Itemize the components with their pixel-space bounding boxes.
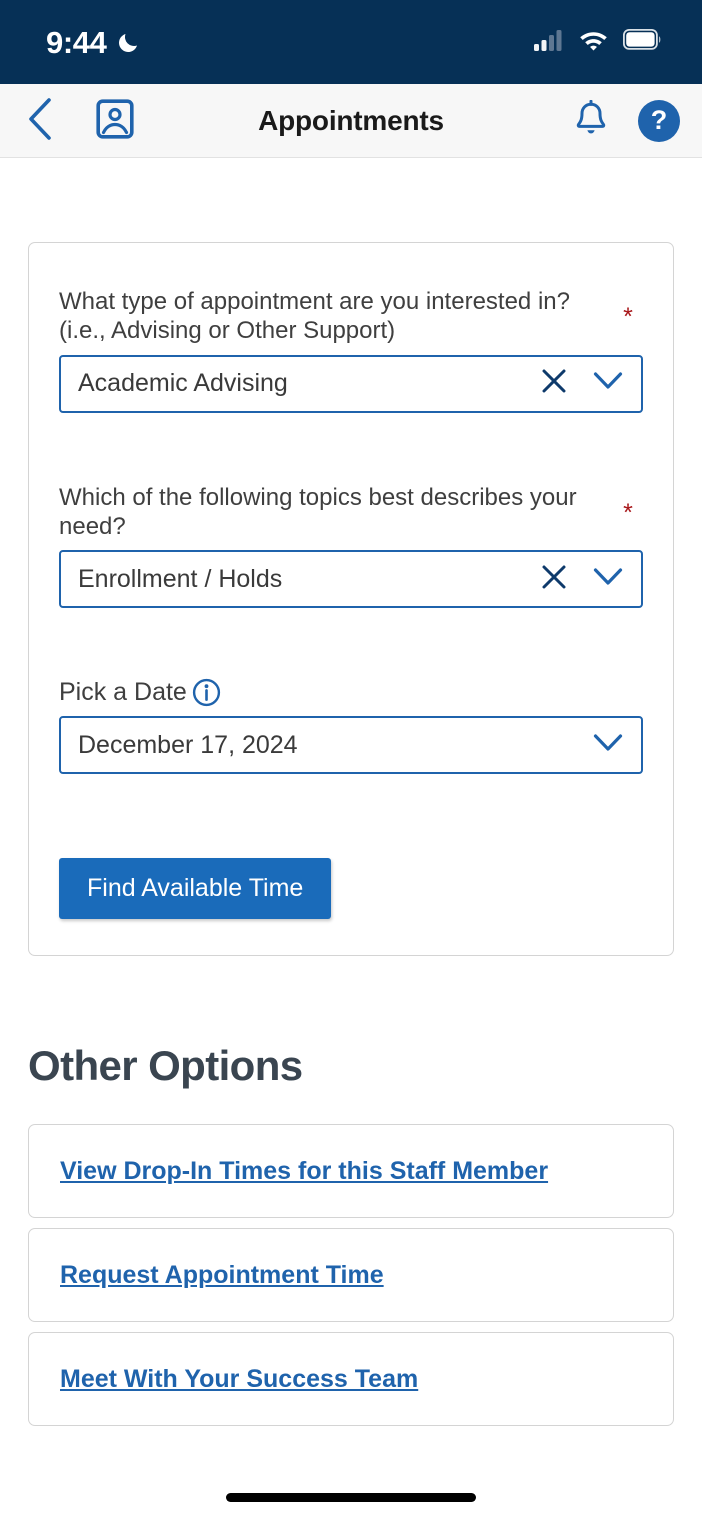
option-card-request-appointment[interactable]: Request Appointment Time (28, 1228, 674, 1323)
appointment-type-field: What type of appointment are you interes… (59, 287, 643, 413)
nav-bar: Appointments ? (0, 84, 702, 158)
other-options-title: Other Options (28, 1042, 303, 1090)
required-asterisk: * (623, 303, 633, 331)
main-content: What type of appointment are you interes… (0, 242, 702, 1427)
appointment-form-card: What type of appointment are you interes… (28, 242, 674, 957)
bell-icon (574, 99, 608, 141)
appointment-type-actions (541, 368, 623, 399)
notifications-button[interactable] (574, 99, 608, 141)
field-spacer-2 (59, 618, 643, 678)
phone-screen: 9:44 Appointments ? What type of appoint… (0, 0, 702, 1520)
appointment-type-value: Academic Advising (78, 371, 288, 397)
topic-field: Which of the following topics best descr… (59, 483, 643, 609)
moon-crescent-icon (117, 30, 141, 54)
status-bar: 9:44 (0, 0, 702, 84)
date-select[interactable]: December 17, 2024 (59, 716, 643, 775)
wifi-icon (578, 29, 609, 56)
profile-button[interactable] (96, 99, 134, 142)
topic-value: Enrollment / Holds (78, 566, 283, 592)
date-field: Pick a Date December 17, 2024 (59, 678, 643, 775)
status-bar-right (534, 28, 662, 56)
link-meet-success-team[interactable]: Meet With Your Success Team (60, 1365, 418, 1394)
nav-bar-left (26, 97, 134, 144)
topic-select[interactable]: Enrollment / Holds (59, 550, 643, 609)
option-card-drop-in-times[interactable]: View Drop-In Times for this Staff Member (28, 1124, 674, 1219)
date-actions (593, 733, 623, 758)
chevron-down-icon[interactable] (593, 371, 623, 396)
chevron-down-icon[interactable] (593, 567, 623, 592)
required-asterisk: * (623, 498, 633, 527)
topic-actions (541, 564, 623, 595)
chevron-down-icon[interactable] (593, 733, 623, 758)
cellular-signal-icon (534, 29, 564, 56)
close-x-icon[interactable] (541, 368, 567, 399)
close-x-icon[interactable] (541, 564, 567, 595)
nav-bar-right: ? (574, 99, 680, 142)
date-value: December 17, 2024 (78, 732, 298, 758)
status-bar-clock: 9:44 (46, 24, 107, 60)
help-button[interactable]: ? (638, 99, 680, 142)
info-circle-icon[interactable] (192, 678, 221, 707)
appointment-type-label: What type of appointment are you interes… (59, 288, 570, 345)
find-available-time-button[interactable]: Find Available Time (59, 858, 332, 920)
other-options-list: View Drop-In Times for this Staff Member… (28, 1124, 674, 1427)
link-view-drop-in-times[interactable]: View Drop-In Times for this Staff Member (60, 1157, 548, 1186)
link-request-appointment-time[interactable]: Request Appointment Time (60, 1261, 384, 1290)
date-label-row: Pick a Date (59, 678, 643, 707)
contact-card-icon (96, 99, 134, 142)
appointment-type-select[interactable]: Academic Advising (59, 354, 643, 413)
field-spacer-1 (59, 423, 643, 483)
option-card-success-team[interactable]: Meet With Your Success Team (28, 1332, 674, 1427)
back-button[interactable] (26, 97, 54, 144)
topic-label: Which of the following topics best descr… (59, 483, 577, 540)
question-mark-circle-icon: ? (650, 105, 668, 135)
date-label: Pick a Date (59, 678, 187, 707)
chevron-left-icon (26, 97, 54, 144)
appointment-type-label-row: What type of appointment are you interes… (59, 287, 643, 346)
home-indicator[interactable] (226, 1493, 476, 1502)
status-bar-left: 9:44 (46, 27, 141, 58)
topic-label-row: Which of the following topics best descr… (59, 483, 643, 542)
submit-row: Find Available Time (59, 858, 643, 920)
battery-full-icon (622, 28, 662, 55)
